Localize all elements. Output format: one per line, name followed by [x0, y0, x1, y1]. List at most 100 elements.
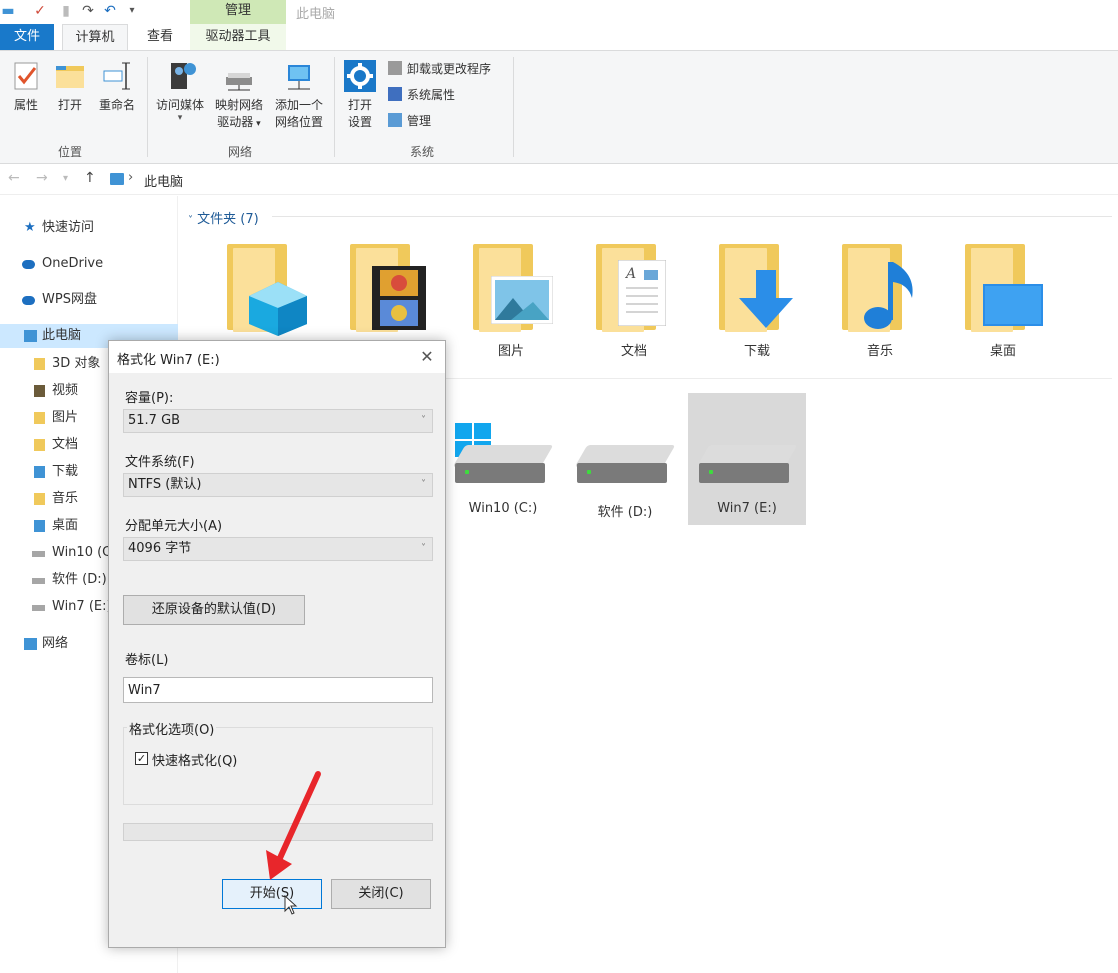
ribbon: 属性 打开 重命名 位置 访问媒体 ▾ 映射网络 驱动器 ▾ 添加一个 网络位置	[0, 50, 1118, 164]
picture-icon	[491, 276, 553, 324]
red-pointer-arrow-icon	[266, 771, 321, 880]
nav-item-label: 音乐	[52, 491, 79, 506]
tab-drive-tools[interactable]: 驱动器工具	[190, 24, 286, 50]
folder-pictures[interactable]: 图片	[456, 240, 566, 370]
redo-icon[interactable]: ↷	[80, 3, 96, 19]
folders-group-header[interactable]: ˅ 文件夹 (7)	[188, 208, 259, 227]
system-properties-button[interactable]: 系统属性	[388, 85, 455, 105]
svg-text:A: A	[624, 266, 636, 282]
open-settings-button[interactable]: 打开 设置	[340, 59, 380, 131]
system-properties-label: 系统属性	[407, 88, 456, 102]
nav-item-quick-access[interactable]: ★ 快速访问	[0, 216, 178, 240]
nav-item-label: OneDrive	[42, 256, 104, 271]
uninstall-icon	[388, 61, 402, 75]
media-icon	[163, 59, 197, 93]
network-location-icon	[282, 59, 316, 93]
download-arrow-icon	[739, 270, 793, 328]
group-divider	[334, 57, 335, 157]
filesystem-value: NTFS (默认)	[128, 477, 202, 492]
allocation-size-value: 4096 字节	[128, 541, 192, 556]
nav-item-label: 3D 对象	[52, 356, 101, 371]
downloads-folder-icon	[34, 466, 45, 478]
nav-item-label: 网络	[42, 636, 69, 651]
open-folder-icon	[53, 59, 87, 93]
tab-view[interactable]: 查看	[138, 24, 182, 50]
recent-locations-icon[interactable]: ▾	[63, 173, 68, 184]
folder-documents[interactable]: A 文档	[579, 240, 689, 370]
manage-button[interactable]: 管理	[388, 111, 431, 131]
nav-item-label: 快速访问	[42, 220, 95, 235]
documents-folder-icon	[34, 439, 45, 451]
allocation-size-select[interactable]: 4096 字节 ˅	[123, 537, 433, 561]
up-arrow-icon[interactable]: ↑	[84, 170, 96, 186]
chevron-down-icon: ˅	[421, 415, 426, 426]
group-system-label: 系统	[409, 145, 434, 159]
rename-button[interactable]: 重命名	[94, 59, 140, 114]
open-settings-label-1: 打开	[347, 98, 372, 112]
add-network-location-button[interactable]: 添加一个 网络位置	[270, 59, 328, 131]
nav-item-wps-drive[interactable]: WPS网盘	[0, 288, 178, 312]
pictures-folder-icon	[34, 412, 45, 424]
breadcrumb-this-pc[interactable]: 此电脑	[144, 171, 183, 190]
properties-icon[interactable]: ✓	[32, 3, 48, 19]
open-label: 打开	[57, 98, 82, 112]
star-icon: ★	[24, 220, 36, 235]
properties-label: 属性	[13, 98, 38, 112]
group-location-label: 位置	[57, 145, 82, 159]
restore-defaults-button[interactable]: 还原设备的默认值(D)	[123, 595, 305, 625]
drive-label: 软件 (D:)	[597, 505, 653, 520]
drive-c[interactable]: Win10 (C:)	[444, 393, 562, 525]
folder-downloads[interactable]: 下载	[702, 240, 812, 370]
folder-label: 下载	[743, 344, 770, 359]
customize-dropdown-icon[interactable]: ▾	[124, 3, 140, 19]
this-pc-icon	[110, 173, 124, 185]
drive-d[interactable]: 软件 (D:)	[566, 393, 684, 525]
breadcrumb-chevron-icon[interactable]: ›	[128, 170, 133, 185]
open-button[interactable]: 打开	[50, 59, 90, 114]
nav-item-label: Win7 (E:)	[52, 599, 112, 614]
dialog-title-bar[interactable]: 格式化 Win7 (E:) ✕	[109, 341, 445, 373]
uninstall-programs-button[interactable]: 卸载或更改程序	[388, 59, 491, 79]
chevron-down-icon: ▾	[177, 113, 183, 123]
access-media-button[interactable]: 访问媒体 ▾	[152, 59, 208, 123]
close-button[interactable]: 关闭(C)	[331, 879, 431, 909]
desktop-icon	[983, 284, 1043, 326]
quick-format-checkbox[interactable]: ✓	[135, 752, 148, 765]
desktop-folder-icon	[34, 520, 45, 532]
tab-file[interactable]: 文件	[0, 24, 54, 50]
properties-icon	[9, 59, 43, 93]
music-folder-icon	[34, 493, 45, 505]
close-icon[interactable]: ✕	[415, 346, 439, 368]
cube-icon	[249, 282, 307, 336]
start-button[interactable]: 开始(S)	[222, 879, 322, 909]
forward-arrow-icon[interactable]: →	[36, 170, 48, 186]
undo-icon[interactable]: ↶	[102, 3, 118, 19]
map-network-drive-button[interactable]: 映射网络 驱动器 ▾	[210, 59, 268, 133]
folder-desktop[interactable]: 桌面	[948, 240, 1058, 370]
gear-icon	[343, 59, 377, 93]
folders-group-label: 文件夹 (7)	[197, 212, 259, 227]
volume-label-caption: 卷标(L)	[125, 653, 169, 668]
properties-button[interactable]: 属性	[6, 59, 46, 114]
open-settings-label-2: 设置	[347, 115, 372, 129]
computer-management-icon	[388, 113, 402, 127]
folder-music[interactable]: 音乐	[825, 240, 935, 370]
capacity-select[interactable]: 51.7 GB ˅	[123, 409, 433, 433]
capacity-label: 容量(P):	[125, 391, 174, 406]
filesystem-select[interactable]: NTFS (默认) ˅	[123, 473, 433, 497]
tab-computer[interactable]: 计算机	[62, 24, 128, 50]
back-arrow-icon[interactable]: ←	[8, 170, 20, 186]
new-folder-icon[interactable]: ▮	[58, 3, 74, 19]
volume-label-input[interactable]	[123, 677, 433, 703]
nav-item-label: 文档	[52, 437, 79, 452]
context-tab-title: 管理	[190, 0, 286, 24]
folder-label: 文档	[620, 344, 647, 359]
drive-icon	[32, 578, 45, 584]
drive-e[interactable]: Win7 (E:)	[688, 393, 806, 525]
document-icon: A	[618, 260, 666, 326]
quick-format-label: 快速格式化(Q)	[152, 754, 238, 769]
nav-item-onedrive[interactable]: OneDrive	[0, 252, 178, 276]
nav-item-label: 图片	[52, 410, 79, 425]
folder-label: 音乐	[866, 344, 893, 359]
manage-label: 管理	[407, 114, 432, 128]
